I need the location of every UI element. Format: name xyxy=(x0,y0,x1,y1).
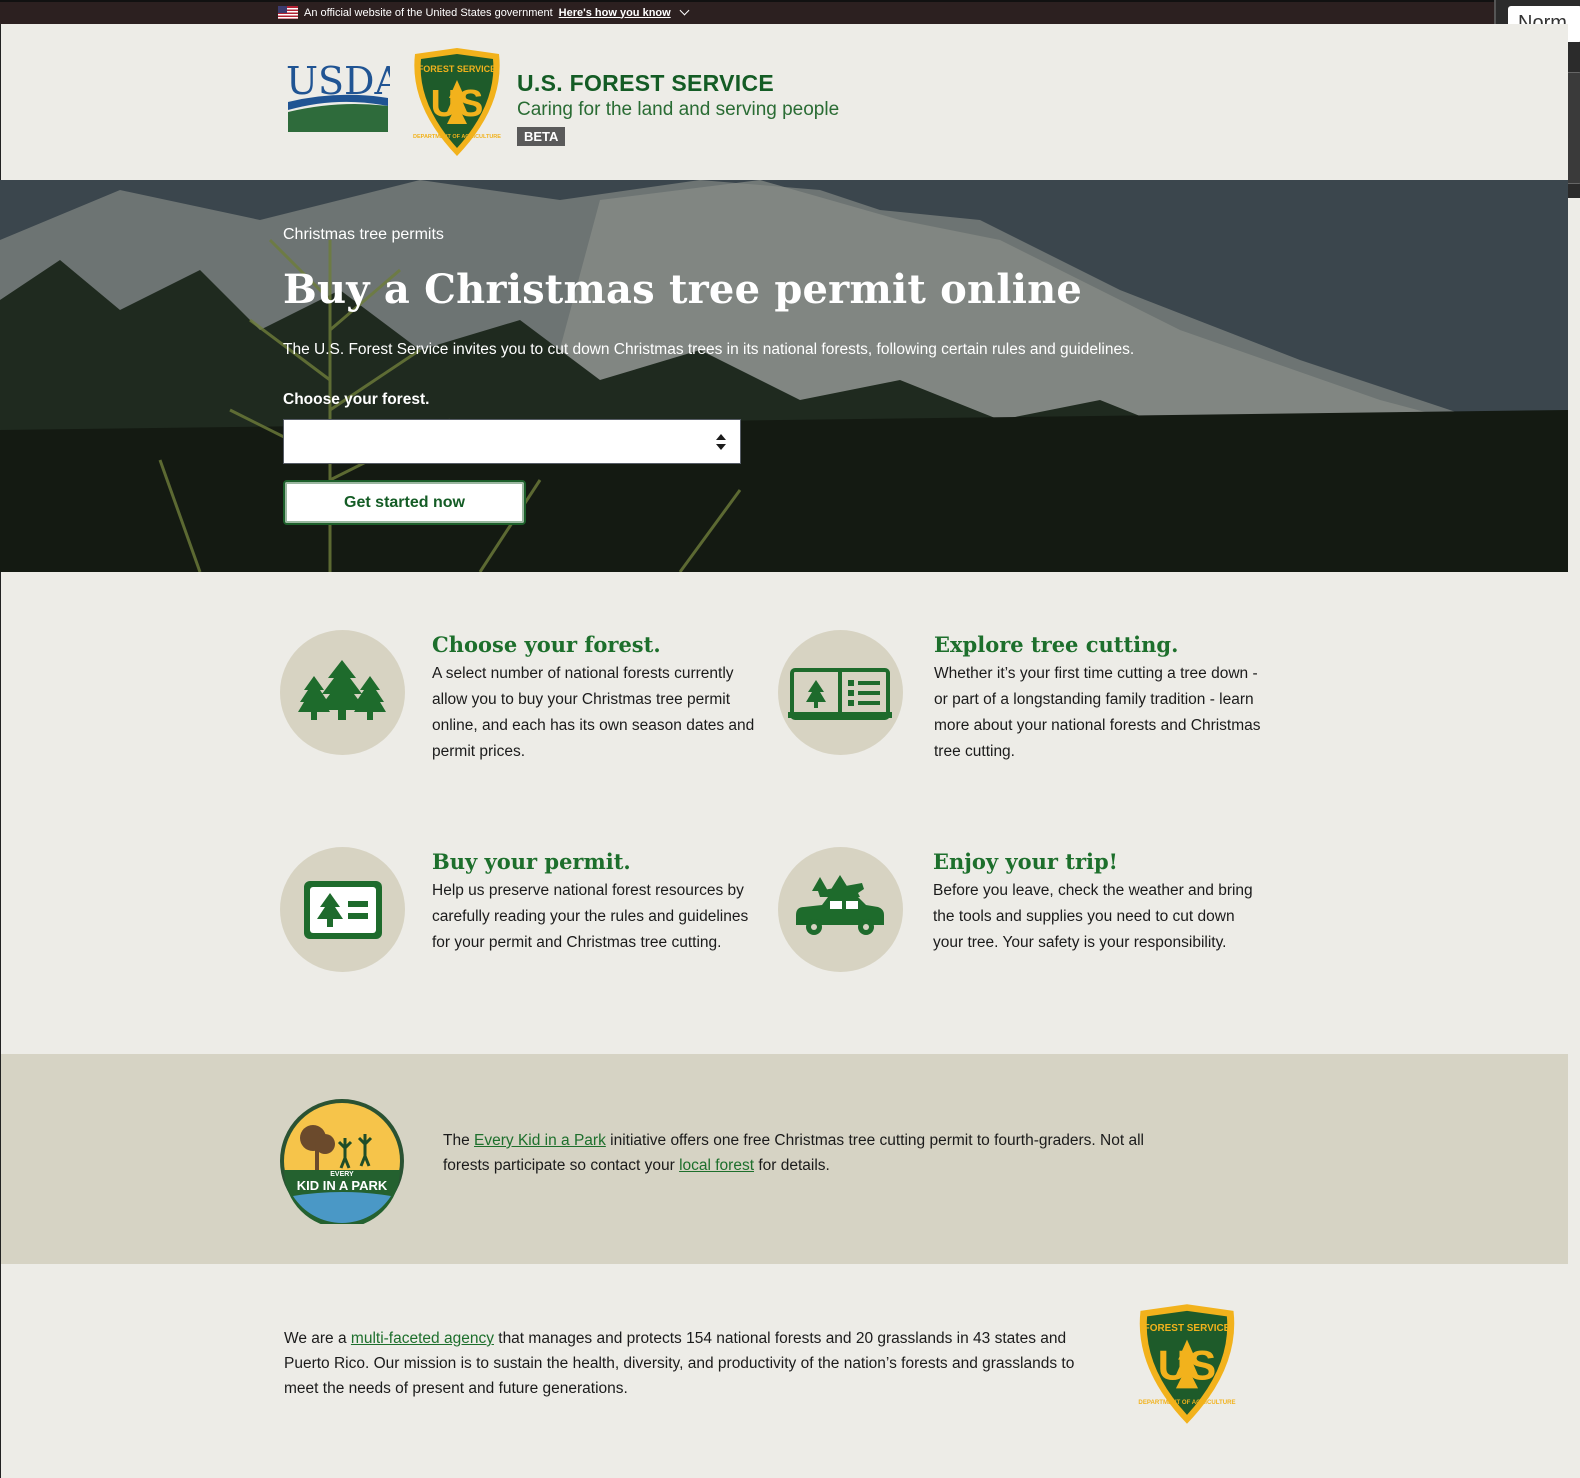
trees-icon xyxy=(298,660,386,720)
step-icon-circle xyxy=(280,630,405,755)
agency-link[interactable]: multi-faceted agency xyxy=(351,1330,494,1347)
step-text: Choose your forest. A select number of n… xyxy=(432,630,762,765)
how-you-know-link[interactable]: Here's how you know xyxy=(559,7,671,19)
every-kid-text: The Every Kid in a Park initiative offer… xyxy=(443,1132,1144,1174)
step-title: Explore tree cutting. xyxy=(934,632,1179,657)
hero-lead: The U.S. Forest Service invites you to c… xyxy=(283,341,1135,358)
every-kid-section: EVERY KID IN A PARK The Every Kid in a P… xyxy=(0,1054,1568,1264)
page-title: Buy a Christmas tree permit online xyxy=(283,266,1083,313)
shield-top-text: FOREST SERVICE xyxy=(418,64,496,74)
local-forest-link[interactable]: local forest xyxy=(679,1157,754,1174)
step-icon-circle xyxy=(280,847,405,972)
step-title: Enjoy your trip! xyxy=(933,849,1118,874)
step-body: A select number of national forests curr… xyxy=(432,665,755,760)
step-title: Buy your permit. xyxy=(432,849,631,874)
footer: We are a multi-faceted agency that manag… xyxy=(0,1264,1568,1478)
step-body: Whether it’s your first time cutting a t… xyxy=(934,665,1261,760)
brand-block: U.S. FOREST SERVICE Caring for the land … xyxy=(517,70,839,146)
step-icon-circle xyxy=(778,630,903,755)
forest-select[interactable] xyxy=(283,419,741,464)
forest-service-shield-footer-logo[interactable]: FOREST SERVICE US DEPARTMENT OF AGRICULT… xyxy=(1131,1302,1243,1426)
step-text: Explore tree cutting. Whether it’s your … xyxy=(934,630,1264,765)
breadcrumb[interactable]: Christmas tree permits xyxy=(283,226,1134,244)
beta-badge: BETA xyxy=(517,127,566,146)
kid-logo-text: KID IN A PARK xyxy=(297,1178,388,1193)
us-flag-icon xyxy=(278,6,298,19)
usda-logo[interactable]: USDA xyxy=(286,60,390,134)
step-body: Help us preserve national forest resourc… xyxy=(432,882,749,951)
step-icon-circle xyxy=(778,847,903,972)
step-text: Buy your permit. Help us preserve nation… xyxy=(432,847,762,956)
select-arrows-icon xyxy=(716,434,726,450)
kid-logo-small-text: EVERY xyxy=(330,1171,354,1178)
steps-section: Choose your forest. A select number of n… xyxy=(0,572,1568,1054)
hero-content: Christmas tree permits Buy a Christmas t… xyxy=(283,226,1134,525)
hero: Christmas tree permits Buy a Christmas t… xyxy=(0,180,1568,572)
gov-banner: An official website of the United States… xyxy=(0,0,1568,24)
permit-card-icon xyxy=(304,881,382,939)
site-tagline: Caring for the land and serving people xyxy=(517,99,840,120)
chevron-down-icon[interactable] xyxy=(679,5,690,16)
guide-book-icon xyxy=(788,668,892,720)
forest-select-label: Choose your forest. xyxy=(283,391,430,408)
footer-shield-top-text: FOREST SERVICE xyxy=(1144,1323,1231,1334)
step-title: Choose your forest. xyxy=(432,632,661,657)
gov-banner-text: An official website of the United States… xyxy=(304,6,553,19)
step-body: Before you leave, check the weather and … xyxy=(933,882,1253,951)
agency-description: We are a multi-faceted agency that manag… xyxy=(284,1330,1075,1397)
footer-shield-bottom-text: DEPARTMENT OF AGRICULTURE xyxy=(1138,1399,1235,1406)
every-kid-link[interactable]: Every Kid in a Park xyxy=(474,1132,606,1149)
step-text: Enjoy your trip! Before you leave, check… xyxy=(933,847,1263,956)
site-header: USDA FOREST SERVICE US DEPARTMENT OF AGR… xyxy=(0,24,1568,180)
forest-service-shield-logo[interactable]: FOREST SERVICE US DEPARTMENT OF AGRICULT… xyxy=(407,46,507,158)
get-started-button[interactable]: Get started now xyxy=(283,480,526,525)
shield-bottom-text: DEPARTMENT OF AGRICULTURE xyxy=(413,134,501,140)
site-title[interactable]: U.S. FOREST SERVICE xyxy=(517,70,839,97)
car-with-tree-icon xyxy=(796,875,884,935)
every-kid-in-a-park-logo[interactable]: EVERY KID IN A PARK xyxy=(279,1098,405,1224)
